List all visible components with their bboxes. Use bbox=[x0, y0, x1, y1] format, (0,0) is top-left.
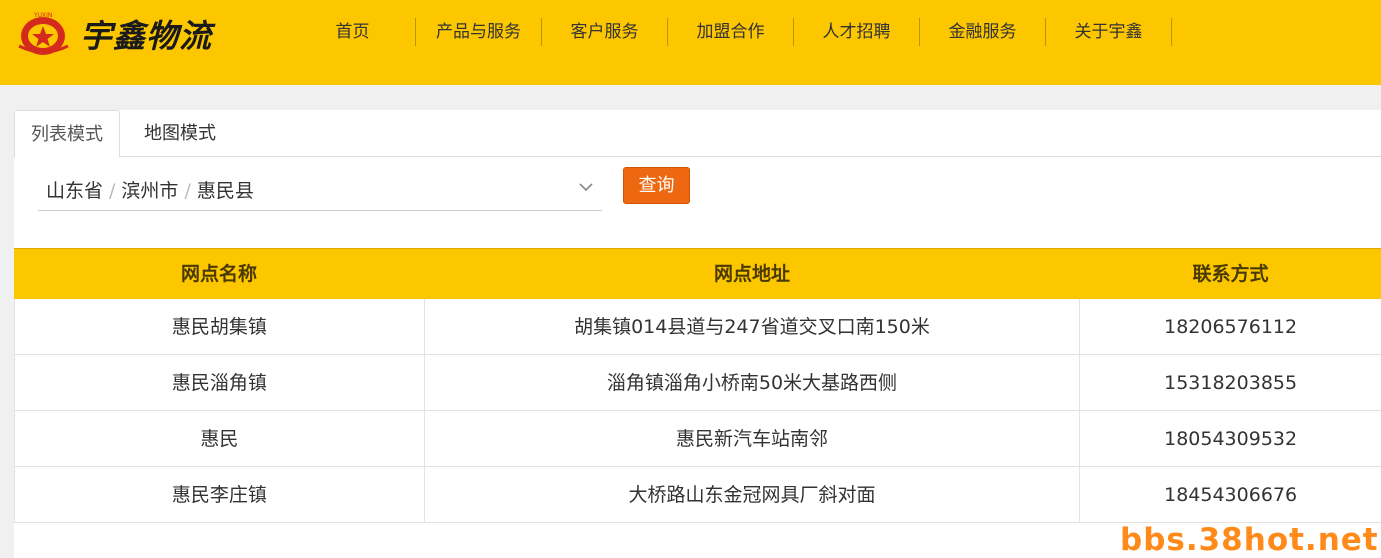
branch-name-cell: 惠民胡集镇 bbox=[15, 299, 425, 354]
logo-text: 宇鑫物流 bbox=[80, 17, 213, 55]
tab-map-mode[interactable]: 地图模式 bbox=[128, 110, 232, 157]
region-select[interactable]: 山东省 / 滨州市 / 惠民县 bbox=[38, 168, 602, 211]
nav-products-services[interactable]: 产品与服务 bbox=[416, 18, 542, 46]
county-label: 惠民县 bbox=[196, 180, 254, 202]
branch-phone-cell: 18054309532 bbox=[1164, 428, 1298, 450]
table-row: 惠民淄角镇 淄角镇淄角小桥南50米大基路西侧 15318203855 bbox=[14, 355, 1381, 411]
logo-small-text: YUXIN bbox=[33, 12, 52, 19]
site-header: YUXIN 宇鑫物流 首页 产品与服务 客户服务 加盟合作 人才招聘 金融服务 … bbox=[0, 0, 1381, 85]
tab-list-mode[interactable]: 列表模式 bbox=[14, 110, 120, 158]
nav-customer-service[interactable]: 客户服务 bbox=[542, 18, 668, 46]
branch-address-cell: 大桥路山东金冠网具厂斜对面 bbox=[425, 467, 1081, 522]
nav-finance[interactable]: 金融服务 bbox=[920, 18, 1046, 46]
table-row: 惠民胡集镇 胡集镇014县道与247省道交叉口南150米 18206576112 bbox=[14, 299, 1381, 355]
logo[interactable]: YUXIN 宇鑫物流 bbox=[16, 10, 212, 58]
nav-franchise[interactable]: 加盟合作 bbox=[668, 18, 794, 46]
province-label: 山东省 bbox=[46, 180, 104, 202]
branch-name-cell: 惠民淄角镇 bbox=[15, 355, 425, 410]
view-mode-tabs: 列表模式 地图模式 bbox=[14, 110, 1381, 158]
branch-name-cell: 惠民 bbox=[15, 411, 425, 466]
branch-phone-cell: 15318203855 bbox=[1164, 372, 1298, 394]
column-header-address: 网点地址 bbox=[713, 263, 790, 285]
separator: / bbox=[184, 180, 191, 202]
query-button[interactable]: 查询 bbox=[623, 167, 690, 204]
branch-address-cell: 胡集镇014县道与247省道交叉口南150米 bbox=[425, 299, 1081, 354]
branch-table: 网点名称 网点地址 联系方式 惠民胡集镇 胡集镇014县道与247省道交叉口南1… bbox=[14, 248, 1381, 523]
column-header-contact: 联系方式 bbox=[1192, 263, 1269, 285]
table-row: 惠民 惠民新汽车站南邻 18054309532 bbox=[14, 411, 1381, 467]
watermark: bbs.38hot.net bbox=[1120, 522, 1379, 558]
branch-panel: 列表模式 地图模式 山东省 / 滨州市 / 惠民县 查询 网点名称 网点地址 联系方式 … bbox=[14, 110, 1381, 558]
separator: / bbox=[109, 180, 116, 202]
main-nav: 首页 产品与服务 客户服务 加盟合作 人才招聘 金融服务 关于宇鑫 bbox=[290, 18, 1172, 46]
table-header: 网点名称 网点地址 联系方式 bbox=[14, 248, 1381, 299]
nav-home[interactable]: 首页 bbox=[290, 18, 416, 46]
table-row: 惠民李庄镇 大桥路山东金冠网具厂斜对面 18454306676 bbox=[14, 467, 1381, 523]
branch-address-cell: 淄角镇淄角小桥南50米大基路西侧 bbox=[425, 355, 1081, 410]
branch-name-cell: 惠民李庄镇 bbox=[15, 467, 425, 522]
logo-emblem-icon: YUXIN bbox=[18, 12, 69, 55]
nav-about[interactable]: 关于宇鑫 bbox=[1046, 18, 1172, 46]
nav-careers[interactable]: 人才招聘 bbox=[794, 18, 920, 46]
branch-phone-cell: 18454306676 bbox=[1164, 484, 1298, 506]
branch-phone-cell: 18206576112 bbox=[1164, 316, 1298, 338]
region-select-value: 山东省 / 滨州市 / 惠民县 bbox=[46, 176, 254, 203]
column-header-name: 网点名称 bbox=[180, 263, 257, 285]
city-label: 滨州市 bbox=[121, 180, 179, 202]
branch-address-cell: 惠民新汽车站南邻 bbox=[425, 411, 1081, 466]
chevron-down-icon bbox=[579, 183, 593, 192]
